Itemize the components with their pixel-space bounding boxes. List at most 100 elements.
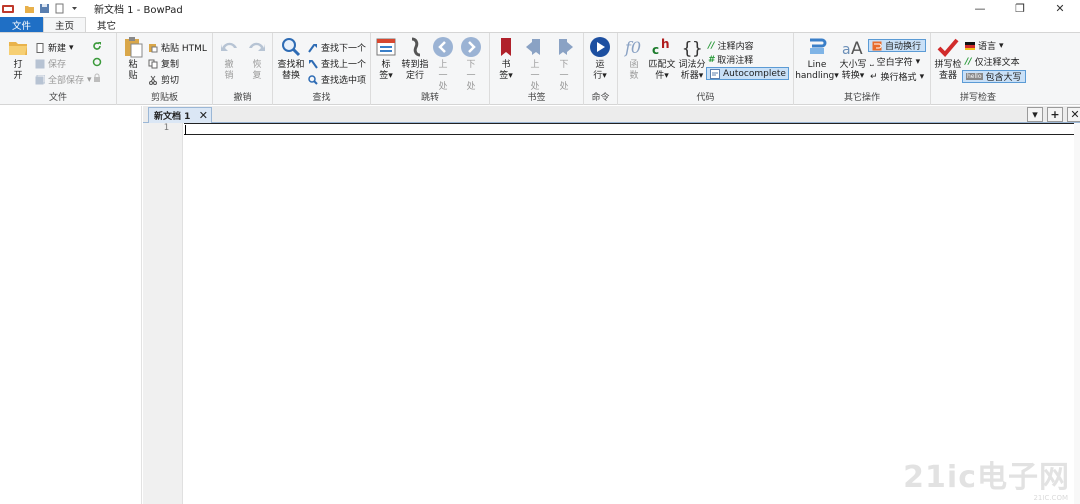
find-selected-button[interactable]: 查找选中项 [308, 73, 366, 86]
match-file-button[interactable]: ch 匹配文件▾ [648, 36, 676, 82]
case-convert-button[interactable]: aA 大小写转换▾ [839, 36, 867, 82]
bookmark-text: 书签 [499, 60, 511, 81]
bookmark-prev-button[interactable]: 上一处 [523, 36, 547, 93]
reload-icon[interactable] [92, 41, 102, 51]
comment-slashes-icon: // [708, 40, 715, 51]
ribbon-tabs: 文件 主页 其它 [0, 17, 1080, 32]
group-label-undo: 撤销 [233, 93, 252, 103]
bookmark-next-label: 下一处 [559, 60, 569, 92]
comment-button[interactable]: // 注释内容 [708, 39, 754, 53]
arrow-left-circle-icon [433, 37, 453, 57]
tab-file[interactable]: 文件 [0, 17, 44, 32]
maximize-button[interactable]: ❐ [1000, 0, 1040, 17]
tab-list-dropdown-button[interactable]: ▾ [1027, 107, 1043, 122]
case-convert-text: 大小写转换 [839, 60, 867, 81]
redo-button[interactable]: 恢复 [245, 36, 269, 82]
document-tab[interactable]: 新文档 1 ✕ [148, 107, 212, 123]
lexer-button[interactable]: {} 词法分析器▾ [678, 36, 706, 82]
save-icon[interactable] [39, 3, 50, 14]
new-tab-button[interactable]: + [1047, 107, 1063, 122]
close-tab-icon[interactable]: ✕ [199, 109, 208, 122]
chevron-down-icon: ▾ [999, 40, 1004, 51]
braces-icon: {} [682, 39, 702, 58]
save-button[interactable]: 保存 [35, 57, 66, 70]
save-all-label: 全部保存 [48, 76, 85, 86]
cut-button[interactable]: 剪切 [148, 73, 179, 86]
close-window-button[interactable]: ✕ [1040, 0, 1080, 17]
vertical-scrollbar[interactable] [1074, 123, 1080, 504]
paste-html-label: 粘贴 HTML [161, 44, 207, 54]
find-prev-button[interactable]: 查找上一个 [308, 57, 366, 70]
autocomplete-toggle[interactable]: Autocomplete [706, 67, 789, 80]
chevron-down-icon: ▾ [919, 71, 925, 82]
undo-button[interactable]: 撤销 [217, 36, 241, 82]
quick-access-toolbar [24, 3, 80, 14]
line-number: 1 [163, 123, 169, 133]
ribbon: 打开 新建 ▾ 保存 全部保存 ▾ 文件 粘贴 粘贴 HTML 复制 剪切 剪贴… [0, 32, 1080, 105]
chevron-down-icon: ▾ [69, 42, 74, 53]
group-spell: 拼写检查器 语言 ▾ // 仅注释文本 hello 包含大写 拼写检查 [931, 33, 1026, 105]
comments-only-button[interactable]: // 仅注释文本 [965, 55, 1020, 69]
goto-prev-button[interactable]: 上一处 [431, 36, 455, 93]
find-next-icon [308, 43, 317, 53]
spell-checker-button[interactable]: 拼写检查器 [933, 36, 963, 82]
lock-icon[interactable] [92, 73, 102, 83]
group-label-command: 命令 [591, 93, 610, 103]
paste-html-button[interactable]: 粘贴 HTML [148, 41, 207, 54]
language-button[interactable]: 语言 ▾ [965, 39, 1004, 52]
goto-next-label: 下一处 [466, 60, 476, 92]
tab-home[interactable]: 主页 [43, 17, 87, 32]
chevron-down-icon: ▾ [87, 74, 92, 85]
goto-line-button[interactable]: 转到指定行 [401, 36, 429, 82]
run-button[interactable]: 运行▾ [588, 36, 612, 82]
line-handling-label: Line handling▾ [795, 60, 839, 81]
current-line-highlight [184, 123, 1076, 135]
refresh-dropdown-icon[interactable] [92, 57, 102, 67]
copy-icon [148, 59, 158, 68]
case-aa-icon: aA [842, 39, 863, 58]
tags-button[interactable]: 标签▾ [374, 36, 398, 82]
goto-next-button[interactable]: 下一处 [459, 36, 483, 93]
group-undo: 撤销 恢复 撤销 [213, 33, 273, 105]
auto-wrap-toggle[interactable]: 自动换行 [868, 39, 926, 52]
bookmark-button[interactable]: 书签▾ [494, 36, 518, 82]
auto-wrap-label: 自动换行 [885, 42, 922, 52]
open-button[interactable]: 打开 [6, 36, 30, 82]
group-label-spell: 拼写检查 [959, 93, 996, 103]
customize-chevron-down-icon[interactable] [69, 3, 80, 14]
function-button[interactable]: f0 函数 [622, 36, 646, 82]
new-document-icon[interactable] [54, 3, 65, 14]
text-editor[interactable] [184, 123, 1076, 504]
include-caps-toggle[interactable]: hello 包含大写 [962, 70, 1026, 83]
open-folder-icon[interactable] [24, 3, 35, 14]
chevron-down-icon: ▾ [915, 56, 921, 67]
whitespace-button[interactable]: ⎵ 空白字符 ▾ [870, 55, 921, 69]
line-handling-button[interactable]: Line handling▾ [795, 36, 839, 82]
find-next-button[interactable]: 查找下一个 [308, 41, 366, 54]
paste-html-icon [149, 43, 158, 52]
app-logo-icon [2, 3, 14, 14]
line-format-button[interactable]: ↵ 换行格式 ▾ [870, 70, 925, 84]
minimize-button[interactable]: — [960, 0, 1000, 17]
uncomment-button[interactable]: # 取消注释 [708, 53, 753, 67]
goto-prev-label: 上一处 [438, 60, 448, 92]
close-document-button[interactable]: ✕ [1067, 107, 1080, 122]
document-tab-label: 新文档 1 [154, 112, 191, 122]
spell-checker-label: 拼写检查器 [934, 60, 962, 81]
bookmark-next-button[interactable]: 下一处 [552, 36, 576, 93]
paste-button[interactable]: 粘贴 [121, 36, 145, 82]
copy-button[interactable]: 复制 [148, 57, 179, 70]
watermark-sub: 21IC.COM [1033, 494, 1068, 502]
open-label: 打开 [13, 60, 23, 81]
find-replace-button[interactable]: 查找和替换 [276, 36, 306, 82]
svg-text:f0: f0 [624, 38, 641, 57]
new-button[interactable]: 新建 ▾ [35, 41, 74, 54]
group-label-file: 文件 [48, 93, 67, 103]
save-all-button[interactable]: 全部保存 ▾ [35, 73, 92, 86]
language-label: 语言 [978, 42, 997, 52]
find-replace-label: 查找和替换 [277, 60, 305, 81]
tab-other[interactable]: 其它 [86, 17, 127, 32]
save-all-icon [35, 74, 45, 84]
find-selected-icon [308, 74, 318, 85]
comments-only-label: 仅注释文本 [974, 58, 1020, 68]
